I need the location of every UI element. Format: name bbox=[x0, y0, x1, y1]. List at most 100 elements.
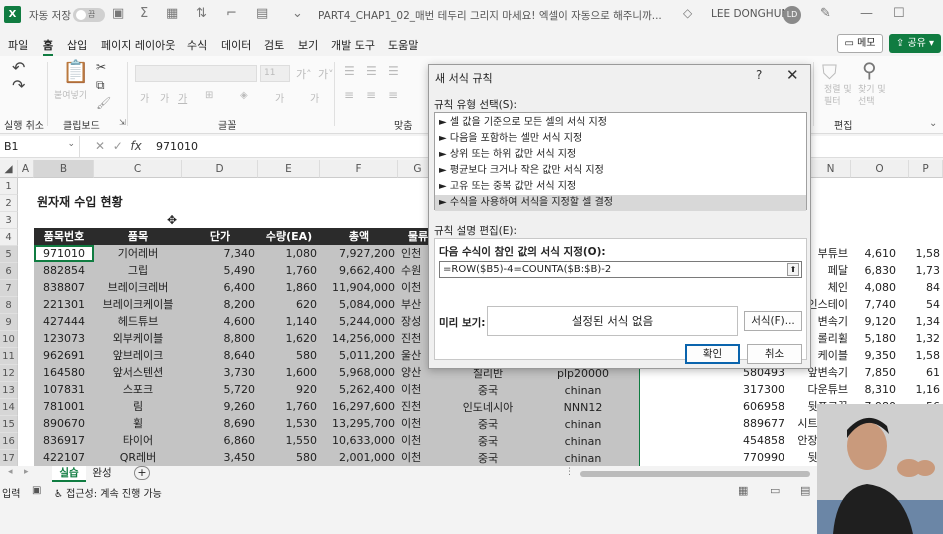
bold-icon[interactable]: 가 bbox=[140, 90, 149, 105]
rule-type-item[interactable]: ► 셀 값을 기준으로 모든 셀의 서식 지정 bbox=[435, 115, 806, 131]
table-cell[interactable]: 4,610 bbox=[851, 245, 899, 262]
table-cell[interactable]: 중국 bbox=[446, 433, 530, 450]
table-cell[interactable]: 8,310 bbox=[851, 381, 899, 398]
cancel-icon[interactable]: ✕ bbox=[95, 139, 105, 153]
table-cell[interactable]: 5,262,400 bbox=[320, 381, 398, 398]
autosave-toggle[interactable]: 끔 bbox=[73, 8, 105, 22]
table-cell[interactable]: QR레버 bbox=[94, 449, 182, 466]
row-header[interactable]: 7 bbox=[0, 280, 18, 297]
accessibility-status[interactable]: ♿ 접근성: 계속 진행 가능 bbox=[54, 485, 162, 500]
sheet-title[interactable]: 원자재 수입 현황 bbox=[34, 194, 126, 211]
customize-icon[interactable]: ⌄ bbox=[292, 6, 303, 21]
table-cell[interactable]: 61 bbox=[899, 364, 943, 381]
table-cell[interactable]: 427444 bbox=[34, 313, 94, 330]
table-cell[interactable]: 그립 bbox=[94, 262, 182, 279]
table-cell[interactable]: 107831 bbox=[34, 381, 94, 398]
table-cell[interactable]: 8,690 bbox=[182, 415, 258, 432]
share-button[interactable]: ⇪ 공유 ▾ bbox=[889, 34, 941, 53]
underline-icon[interactable]: 가 bbox=[178, 90, 187, 105]
table-cell[interactable]: 6,860 bbox=[182, 432, 258, 449]
rule-type-item[interactable]: ► 고유 또는 중복 값만 서식 지정 bbox=[435, 179, 806, 195]
row-header[interactable]: 16 bbox=[0, 433, 18, 450]
table-cell[interactable]: 1,760 bbox=[258, 398, 320, 415]
memo-button[interactable]: ▭ 메모 bbox=[837, 34, 883, 53]
menu-page-layout[interactable]: 페이지 레이아웃 bbox=[101, 37, 175, 53]
diamond-icon[interactable]: ◇ bbox=[683, 6, 692, 20]
cut-icon[interactable]: ✂ bbox=[96, 60, 106, 74]
table-cell[interactable]: 7,340 bbox=[182, 245, 258, 262]
rule-type-item[interactable]: ► 상위 또는 하위 값만 서식 지정 bbox=[435, 147, 806, 163]
table-cell[interactable]: 5,720 bbox=[182, 381, 258, 398]
formula-input[interactable]: 971010 bbox=[156, 140, 198, 153]
name-box[interactable]: B1 ⌄ bbox=[0, 136, 80, 158]
menu-home[interactable]: 홈 bbox=[43, 37, 54, 56]
tab-next-icon[interactable]: ▸ bbox=[24, 467, 29, 477]
table2-icon[interactable]: ▤ bbox=[256, 6, 268, 21]
table-cell[interactable]: 9,260 bbox=[182, 398, 258, 415]
redo-icon[interactable]: ↷ bbox=[12, 76, 25, 95]
col-header-d[interactable]: D bbox=[182, 160, 258, 178]
table-cell[interactable]: 422107 bbox=[34, 449, 94, 466]
table-cell[interactable]: 인도네시아 bbox=[446, 399, 530, 416]
row-header[interactable]: 8 bbox=[0, 297, 18, 314]
font-name-box[interactable] bbox=[135, 65, 257, 82]
table-cell[interactable]: 휠 bbox=[94, 415, 182, 432]
shrink-font-icon[interactable]: 가˅ bbox=[318, 66, 334, 82]
table-cell[interactable]: 9,662,400 bbox=[320, 262, 398, 279]
help-button[interactable]: ? bbox=[756, 68, 762, 82]
table-cell[interactable]: 5,011,200 bbox=[320, 347, 398, 364]
menu-review[interactable]: 검토 bbox=[264, 37, 284, 53]
fill-icon[interactable]: ◈ bbox=[240, 90, 248, 101]
sort-icon[interactable]: ⇅ bbox=[196, 6, 207, 21]
align-right-icon[interactable]: ≡ bbox=[388, 88, 398, 102]
sheet-tab-complete[interactable]: 완성 bbox=[88, 466, 116, 482]
table-cell[interactable]: 84 bbox=[899, 279, 943, 296]
find-icon[interactable]: ⚲ bbox=[862, 58, 877, 82]
table-header-cell[interactable]: 수량(EA) bbox=[258, 228, 320, 245]
table-cell[interactable]: 1,34 bbox=[899, 313, 943, 330]
table-cell[interactable]: 580 bbox=[258, 347, 320, 364]
table-cell[interactable]: chinan bbox=[538, 450, 628, 466]
table-header-cell[interactable]: 품목 bbox=[94, 228, 182, 245]
table-cell[interactable]: chinan bbox=[538, 382, 628, 399]
rule-type-item[interactable]: ► 평균보다 크거나 작은 값만 서식 지정 bbox=[435, 163, 806, 179]
table-cell[interactable]: 606958 bbox=[740, 398, 784, 415]
table-cell[interactable]: 836917 bbox=[34, 432, 94, 449]
tab-prev-icon[interactable]: ◂ bbox=[8, 467, 13, 477]
fx-icon[interactable]: fx bbox=[130, 139, 141, 153]
table-cell[interactable]: 7,740 bbox=[851, 296, 899, 313]
table-cell[interactable]: 5,968,000 bbox=[320, 364, 398, 381]
table-cell[interactable]: 123073 bbox=[34, 330, 94, 347]
table-cell[interactable]: 882854 bbox=[34, 262, 94, 279]
table-cell[interactable]: 3,450 bbox=[182, 449, 258, 466]
table-cell[interactable]: 1,530 bbox=[258, 415, 320, 432]
table-cell[interactable]: 외부케이블 bbox=[94, 330, 182, 347]
table-cell[interactable]: 1,32 bbox=[899, 330, 943, 347]
align-middle-icon[interactable]: ☰ bbox=[366, 64, 377, 78]
table-cell[interactable]: 기어레버 bbox=[94, 245, 182, 262]
table-header-cell[interactable]: 단가 bbox=[182, 228, 258, 245]
table-cell[interactable]: 14,256,000 bbox=[320, 330, 398, 347]
border-icon[interactable]: ⊞ bbox=[205, 90, 213, 101]
table-cell[interactable]: 971010 bbox=[34, 245, 94, 262]
table-cell[interactable]: 8,200 bbox=[182, 296, 258, 313]
format-button[interactable]: 서식(F)... bbox=[744, 311, 802, 331]
table-cell[interactable]: chinan bbox=[538, 433, 628, 450]
table-cell[interactable]: 781001 bbox=[34, 398, 94, 415]
table-cell[interactable]: 1,760 bbox=[258, 262, 320, 279]
table-cell[interactable]: 5,084,000 bbox=[320, 296, 398, 313]
table-cell[interactable]: 중국 bbox=[446, 416, 530, 433]
menu-view[interactable]: 보기 bbox=[298, 37, 318, 53]
table-cell[interactable]: 1,58 bbox=[899, 245, 943, 262]
table-cell[interactable]: 4,080 bbox=[851, 279, 899, 296]
menu-help[interactable]: 도움말 bbox=[388, 37, 418, 53]
save-icon[interactable]: ▣ bbox=[112, 6, 124, 21]
row-header[interactable]: 2 bbox=[0, 195, 18, 212]
macro-record-icon[interactable]: ▣ bbox=[32, 485, 41, 496]
add-sheet-button[interactable]: + bbox=[134, 466, 150, 480]
row-header[interactable]: 14 bbox=[0, 399, 18, 416]
cancel-button[interactable]: 취소 bbox=[747, 344, 802, 364]
col-header-e[interactable]: E bbox=[258, 160, 320, 178]
rule-type-item[interactable]: ► 수식을 사용하여 서식을 지정할 셀 결정 bbox=[435, 195, 806, 211]
col-header-f[interactable]: F bbox=[320, 160, 398, 178]
